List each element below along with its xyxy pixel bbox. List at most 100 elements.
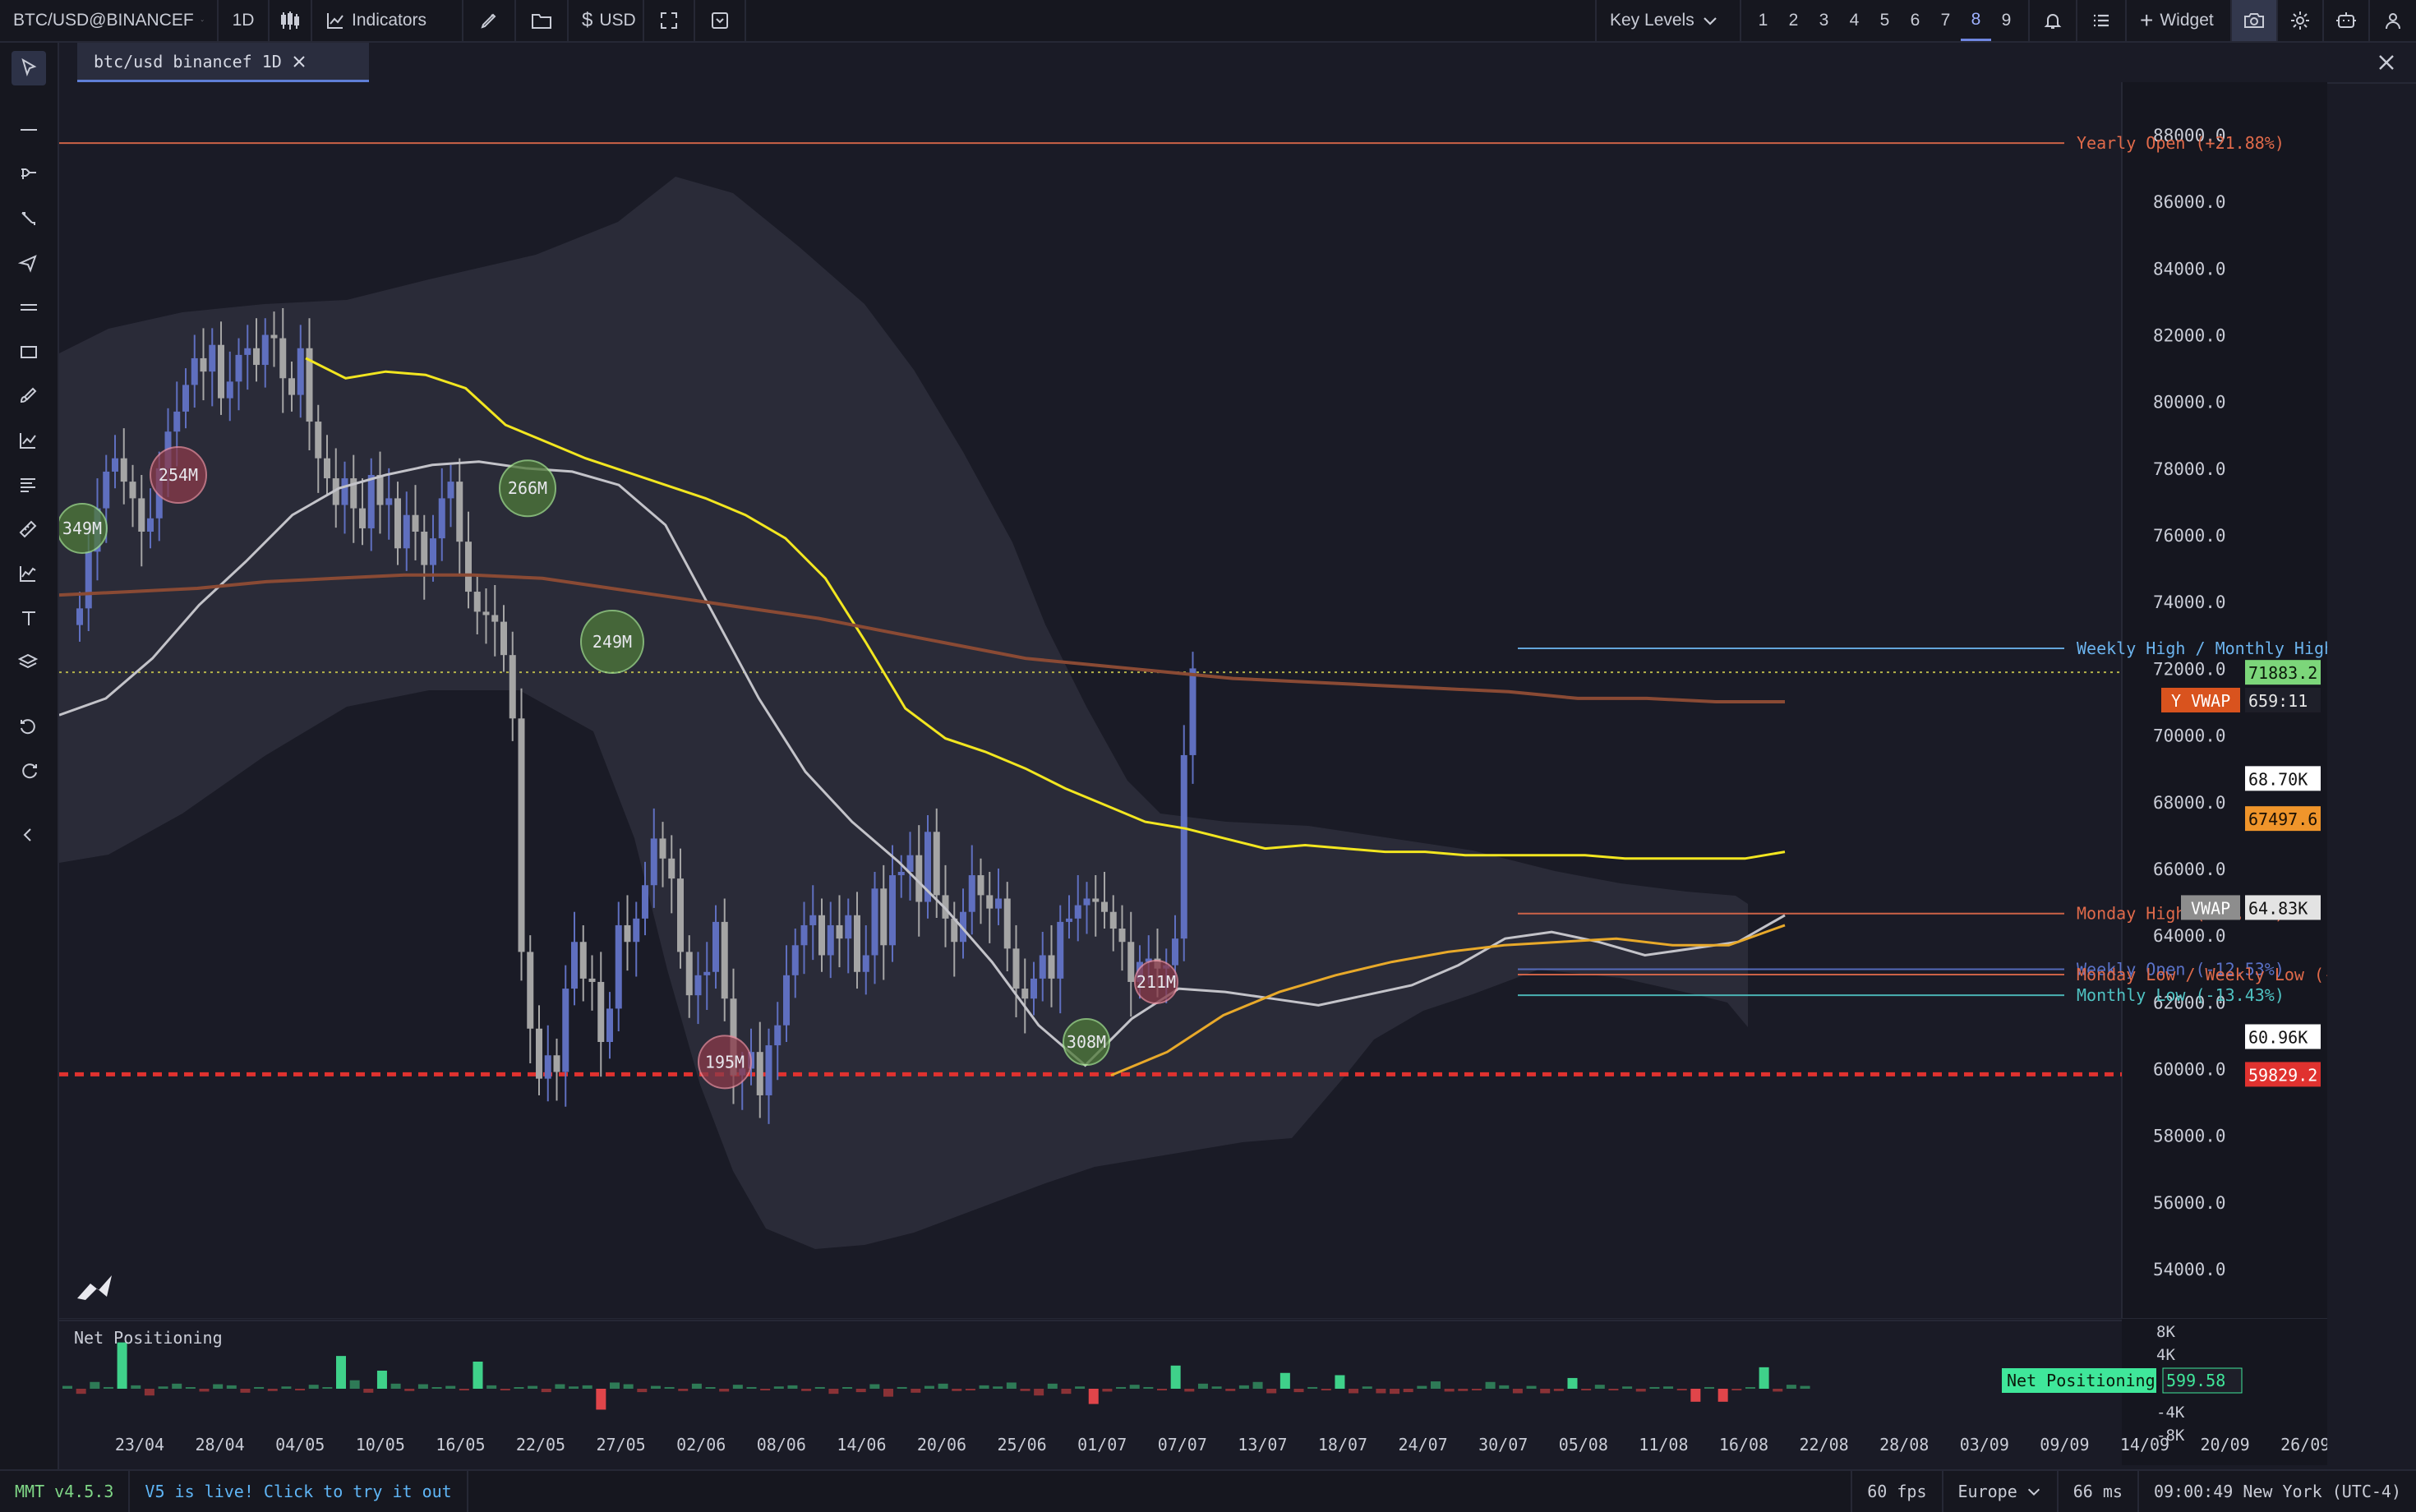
close-icon[interactable]: [2375, 51, 2398, 74]
price-axis-tick: 78000.0: [2153, 459, 2226, 479]
volume-bubble-label: 308M: [1067, 1032, 1106, 1052]
net-positioning-bar: [1663, 1386, 1674, 1389]
layout-1[interactable]: 1: [1748, 0, 1778, 41]
candle-body: [1118, 929, 1126, 943]
net-positioning-bar: [267, 1389, 278, 1391]
interval-selector[interactable]: 1D: [219, 0, 270, 41]
key-levels-selector[interactable]: Key Levels: [1595, 0, 1741, 41]
time-axis-tick: 01/07: [1077, 1435, 1127, 1454]
tool-path[interactable]: [12, 202, 46, 237]
tool-rectangle[interactable]: [12, 335, 46, 370]
net-positioning-bar: [1594, 1385, 1605, 1389]
candle-body: [235, 354, 242, 382]
tool-collapse[interactable]: [12, 818, 46, 853]
net-positioning-bar: [911, 1389, 921, 1393]
volume-bubble-label: 349M: [62, 519, 102, 538]
layout-7[interactable]: 7: [1930, 0, 1961, 41]
watchlist-button[interactable]: [2077, 0, 2127, 41]
candle-body: [120, 458, 127, 482]
candle-body: [562, 989, 569, 1072]
tool-trend-chart[interactable]: [12, 424, 46, 459]
volume-bubble-label: 249M: [592, 632, 632, 652]
tool-forecast[interactable]: [12, 557, 46, 592]
candle-body: [226, 381, 233, 399]
v5-notice-link[interactable]: V5 is live! Click to try it out: [130, 1471, 468, 1512]
layout-9[interactable]: 9: [1991, 0, 2022, 41]
price-axis-tick: 72000.0: [2153, 659, 2226, 679]
latency-indicator: 66 ms: [2056, 1471, 2137, 1512]
fullscreen-button[interactable]: [644, 0, 695, 41]
net-positioning-bar: [965, 1389, 975, 1391]
tool-horizontal-line[interactable]: [12, 113, 46, 148]
net-positioning-bar: [582, 1385, 592, 1389]
currency-selector[interactable]: $ USD: [569, 0, 644, 41]
tool-undo[interactable]: [12, 710, 46, 744]
candle-body: [553, 1055, 560, 1072]
tool-brush[interactable]: [12, 380, 46, 414]
indicators-button[interactable]: Indicators: [312, 0, 463, 41]
layout-4[interactable]: 4: [1839, 0, 1870, 41]
tool-fib[interactable]: [12, 468, 46, 503]
net-positioning-bar: [1307, 1386, 1318, 1389]
screenshot-button[interactable]: [2232, 0, 2278, 41]
candle-body: [465, 542, 472, 592]
tool-parallel-channel[interactable]: [12, 291, 46, 325]
price-axis-tick: 66000.0: [2153, 860, 2226, 879]
tool-ruler[interactable]: [12, 513, 46, 547]
candle-body: [854, 915, 860, 972]
folder-button[interactable]: [516, 0, 569, 41]
region-selector[interactable]: Europe: [1941, 1471, 2057, 1512]
time-axis-tick: 07/07: [1158, 1435, 1207, 1454]
candle-body: [76, 608, 83, 625]
net-positioning-bar: [732, 1385, 743, 1389]
candle-body: [756, 1052, 763, 1095]
tool-layers[interactable]: [12, 646, 46, 680]
fib-icon: [21, 478, 35, 492]
add-widget-button[interactable]: + Widget: [2127, 0, 2232, 41]
layout-3[interactable]: 3: [1809, 0, 1839, 41]
bot-button[interactable]: [2324, 0, 2370, 41]
net-positioning-bar: [1717, 1389, 1728, 1402]
layout-6[interactable]: 6: [1900, 0, 1930, 41]
layout-5[interactable]: 5: [1870, 0, 1900, 41]
candle-body: [253, 348, 260, 366]
alerts-button[interactable]: [2028, 0, 2077, 41]
chart-type-button[interactable]: [270, 0, 312, 41]
tool-redo[interactable]: [12, 754, 46, 789]
layout-8[interactable]: 8: [1961, 0, 1991, 41]
tool-arrow[interactable]: [12, 247, 46, 281]
candle-body: [668, 858, 675, 879]
price-tag-label: 60.96K: [2248, 1028, 2308, 1048]
net-positioning-pane[interactable]: Net Positioning 8K4K-4K-8KNet Positioning…: [59, 1319, 2327, 1465]
net-positioning-bar: [308, 1385, 319, 1389]
close-icon[interactable]: [292, 54, 307, 69]
list-icon: [2094, 14, 2109, 27]
chart-tab[interactable]: btc/usd binancef 1D: [77, 43, 369, 82]
fullscreen-icon: [661, 12, 677, 29]
net-positioning-bar: [213, 1384, 224, 1389]
save-button[interactable]: [695, 0, 746, 41]
price-chart[interactable]: 88000.086000.084000.082000.080000.078000…: [59, 82, 2327, 1319]
net-positioning-bar: [938, 1383, 948, 1389]
tool-text[interactable]: [12, 602, 46, 636]
settings-button[interactable]: [2278, 0, 2324, 41]
drawing-button[interactable]: [463, 0, 516, 41]
app-version-label: MMT v4.5.3: [15, 1482, 114, 1501]
status-bar: MMT v4.5.3 V5 is live! Click to try it o…: [0, 1469, 2416, 1512]
net-positioning-bar: [1170, 1365, 1181, 1389]
net-positioning-bar: [1184, 1389, 1195, 1392]
net-positioning-bar: [76, 1389, 86, 1394]
tool-pitchfork[interactable]: [12, 158, 46, 192]
tool-cursor[interactable]: [12, 51, 46, 85]
candle-body: [367, 475, 375, 528]
candle-body: [129, 482, 136, 499]
net-positioning-axis-tick: 4K: [2156, 1346, 2175, 1364]
net-positioning-bar: [1061, 1389, 1072, 1394]
layout-2[interactable]: 2: [1778, 0, 1809, 41]
account-button[interactable]: [2370, 0, 2416, 41]
dollar-icon: $: [582, 9, 593, 31]
symbol-selector[interactable]: BTC/USD@BINANCEF: [0, 0, 219, 41]
time-axis-tick: 18/07: [1318, 1435, 1367, 1454]
time-axis-tick: 25/06: [997, 1435, 1046, 1454]
candle-body: [1021, 989, 1029, 999]
